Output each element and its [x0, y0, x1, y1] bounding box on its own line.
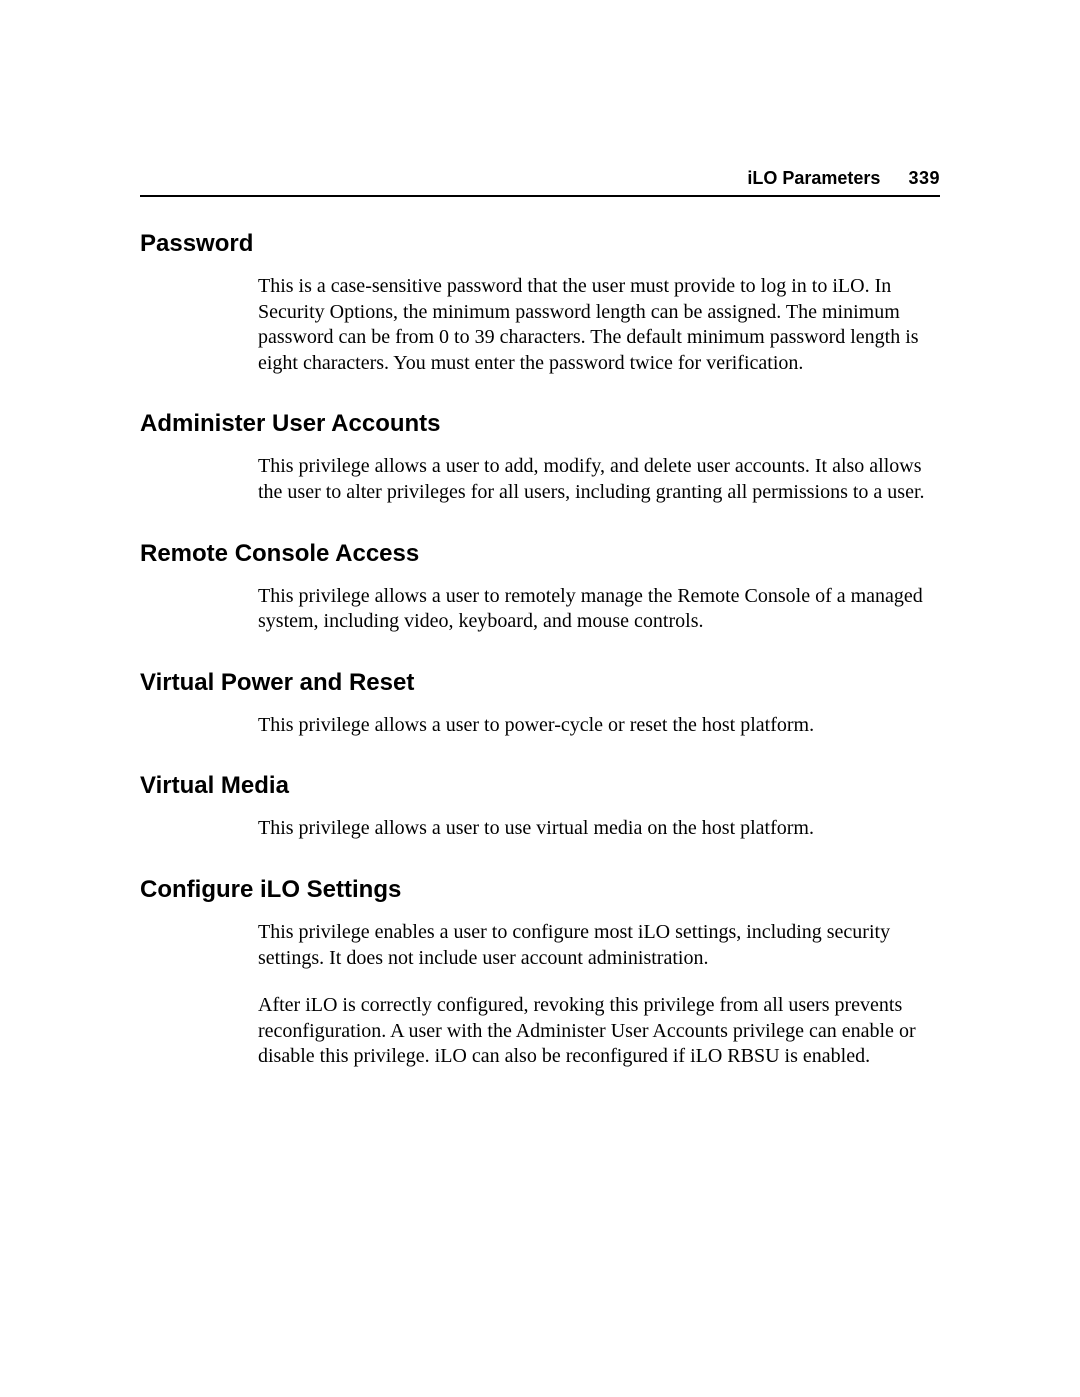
heading-configure-ilo-settings: Configure iLO Settings: [140, 864, 940, 904]
header-rule: [140, 195, 940, 197]
paragraph: This privilege enables a user to configu…: [140, 920, 940, 971]
section-virtual-media: Virtual Media This privilege allows a us…: [140, 760, 940, 842]
page-header: iLO Parameters 339: [140, 168, 940, 189]
paragraph: This privilege allows a user to remotely…: [140, 584, 940, 635]
section-configure-ilo-settings: Configure iLO Settings This privilege en…: [140, 864, 940, 1070]
heading-password: Password: [140, 218, 940, 258]
section-administer-user-accounts: Administer User Accounts This privilege …: [140, 398, 940, 505]
heading-administer-user-accounts: Administer User Accounts: [140, 398, 940, 438]
section-virtual-power-and-reset: Virtual Power and Reset This privilege a…: [140, 657, 940, 739]
paragraph: This privilege allows a user to add, mod…: [140, 454, 940, 505]
paragraph: After iLO is correctly configured, revok…: [140, 993, 940, 1070]
header-page-number: 339: [908, 168, 940, 189]
heading-remote-console-access: Remote Console Access: [140, 528, 940, 568]
paragraph: This privilege allows a user to use virt…: [140, 816, 940, 842]
section-remote-console-access: Remote Console Access This privilege all…: [140, 528, 940, 635]
section-password: Password This is a case-sensitive passwo…: [140, 218, 940, 376]
heading-virtual-media: Virtual Media: [140, 760, 940, 800]
header-title: iLO Parameters: [747, 168, 880, 189]
paragraph: This privilege allows a user to power-cy…: [140, 713, 940, 739]
page: iLO Parameters 339 Password This is a ca…: [0, 0, 1080, 1397]
paragraph: This is a case-sensitive password that t…: [140, 274, 940, 376]
heading-virtual-power-and-reset: Virtual Power and Reset: [140, 657, 940, 697]
page-content: Password This is a case-sensitive passwo…: [140, 218, 940, 1092]
